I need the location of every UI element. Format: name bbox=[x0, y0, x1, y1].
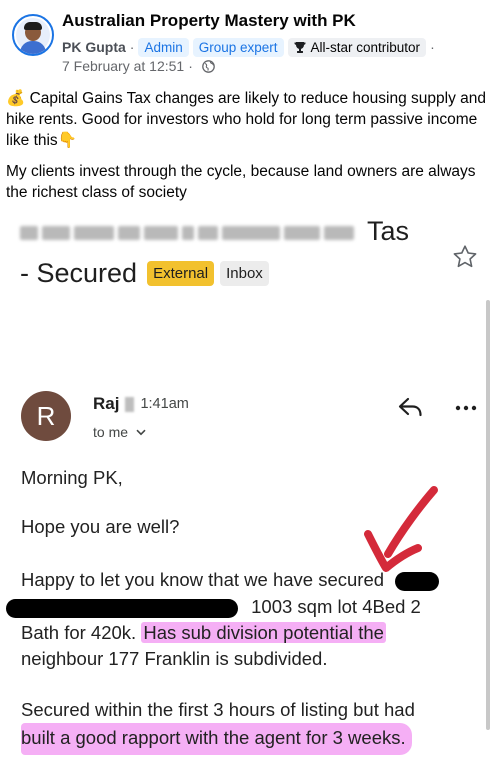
badge-admin[interactable]: Admin bbox=[138, 37, 189, 57]
more-icon[interactable] bbox=[452, 398, 480, 418]
redacted-address bbox=[6, 598, 238, 618]
label-external[interactable]: External bbox=[147, 261, 215, 286]
email-subject: Tas - Secured External Inbox bbox=[20, 214, 440, 304]
highlight-rapport: built a good rapport with the agent for … bbox=[21, 723, 412, 755]
recipient-row[interactable]: to me bbox=[93, 424, 146, 440]
badge-all-star-label: All-star contributor bbox=[310, 39, 421, 55]
highlight-subdivision: Has sub division potential the bbox=[141, 622, 386, 643]
author-name[interactable]: PK Gupta bbox=[62, 39, 126, 55]
post-date[interactable]: 7 February at 12:51 bbox=[62, 58, 184, 74]
subject-line-2: - Secured External Inbox bbox=[20, 258, 269, 289]
body-secured: Secured within the first 3 hours of list… bbox=[21, 699, 415, 720]
post-header: Australian Property Mastery with PK PK G… bbox=[0, 0, 503, 80]
body-rapport-line: built a good rapport with the agent for … bbox=[21, 723, 491, 755]
email-time: 1:41am bbox=[140, 396, 189, 412]
body-lot-text: 1003 sqm lot 4Bed 2 bbox=[251, 596, 421, 617]
reply-icon[interactable] bbox=[396, 394, 426, 420]
subject-secured: - Secured bbox=[20, 258, 138, 288]
post-text-paragraph-1: 💰 Capital Gains Tax changes are likely t… bbox=[6, 90, 486, 149]
sender-row: Raj 1:41am bbox=[93, 394, 189, 414]
body-bath-text: Bath for 420k. bbox=[21, 622, 137, 643]
star-icon[interactable] bbox=[451, 243, 479, 271]
separator-dot: · bbox=[129, 39, 135, 55]
post-date-row: 7 February at 12:51 · bbox=[62, 58, 215, 74]
sender-name-redacted bbox=[125, 396, 135, 412]
sender-name[interactable]: Raj bbox=[93, 394, 119, 414]
badge-group-expert[interactable]: Group expert bbox=[192, 37, 284, 57]
separator-dot-3: · bbox=[188, 58, 193, 74]
badge-all-star-contributor[interactable]: All-star contributor bbox=[287, 37, 427, 57]
body-lot-line: 1003 sqm lot 4Bed 2 bbox=[6, 594, 476, 620]
body-neighbour: neighbour 177 Franklin is subdivided. bbox=[21, 648, 328, 669]
label-inbox[interactable]: Inbox bbox=[220, 261, 269, 286]
subject-redacted bbox=[20, 222, 358, 244]
chevron-down-icon[interactable] bbox=[136, 429, 146, 436]
subject-text-end: Tas bbox=[367, 216, 410, 246]
globe-icon bbox=[202, 59, 215, 73]
post-text-paragraph-2: My clients invest through the cycle, bec… bbox=[6, 163, 476, 201]
separator-dot-2: · bbox=[430, 39, 435, 55]
trophy-icon bbox=[294, 41, 306, 53]
author-row: PK Gupta · Admin Group expert All-star c… bbox=[62, 37, 439, 57]
recipient-label: to me bbox=[93, 424, 129, 440]
sender-avatar[interactable]: R bbox=[21, 391, 71, 441]
group-name[interactable]: Australian Property Mastery with PK bbox=[62, 11, 356, 31]
body-happy-text: Happy to let you know that we have secur… bbox=[21, 569, 385, 590]
hand-drawn-arrow bbox=[364, 486, 438, 572]
body-bath-line: Bath for 420k. Has sub division potentia… bbox=[21, 620, 491, 646]
group-avatar[interactable] bbox=[12, 14, 54, 56]
